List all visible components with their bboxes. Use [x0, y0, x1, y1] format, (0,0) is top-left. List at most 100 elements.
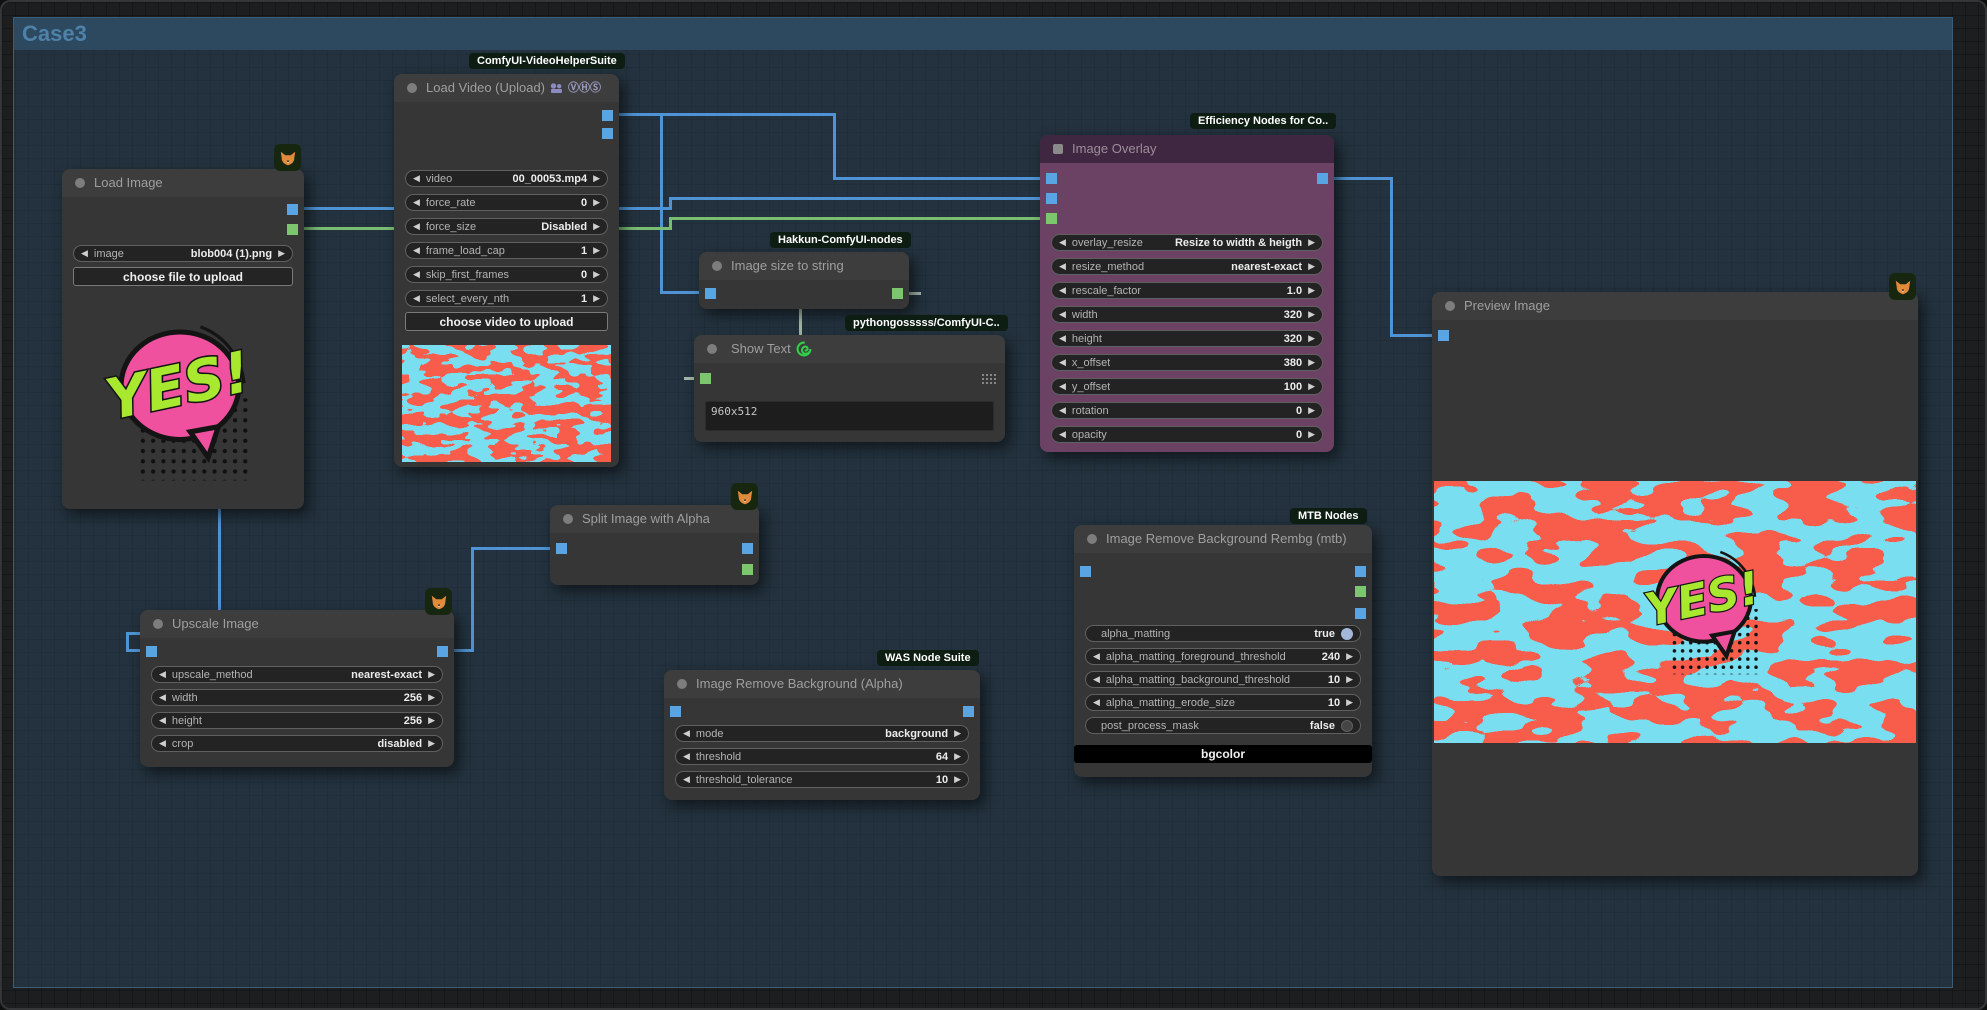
widget-value[interactable]: 240	[1316, 651, 1346, 663]
widget-height[interactable]: ◀ height 256 ▶	[151, 712, 443, 729]
increment-arrow[interactable]: ▶	[1346, 675, 1353, 684]
decrement-arrow[interactable]: ◀	[159, 670, 166, 679]
bgcolor-button[interactable]: bgcolor	[1074, 745, 1372, 763]
collapse-dot[interactable]	[712, 261, 722, 271]
output-slot-image[interactable]	[742, 543, 753, 554]
collapse-dot[interactable]	[707, 344, 717, 354]
output-slot-mask[interactable]	[287, 224, 298, 235]
widget-value[interactable]: 0	[1290, 405, 1308, 417]
widget-threshold-tolerance[interactable]: ◀ threshold_tolerance 10 ▶	[675, 771, 969, 788]
widget-value[interactable]: background	[879, 728, 954, 740]
node-preview-image[interactable]: Preview Image	[1432, 292, 1918, 876]
node-load-video[interactable]: Load Video (Upload) ⓋⒽⓈ ◀ video 00_00053…	[394, 74, 619, 467]
widget-x-offset[interactable]: ◀ x_offset 380 ▶	[1051, 354, 1323, 371]
decrement-arrow[interactable]: ◀	[1059, 430, 1066, 439]
widget-y-offset[interactable]: ◀ y_offset 100 ▶	[1051, 378, 1323, 395]
group-title[interactable]: Case3	[14, 18, 1952, 50]
increment-arrow[interactable]: ▶	[593, 246, 600, 255]
widget-alpha-matting-foreground-threshold[interactable]: ◀ alpha_matting_foreground_threshold 240…	[1085, 648, 1361, 665]
decrement-arrow[interactable]: ◀	[1059, 358, 1066, 367]
widget-crop[interactable]: ◀ crop disabled ▶	[151, 735, 443, 752]
output-slot-image[interactable]	[437, 646, 448, 657]
widget-image[interactable]: ◀ image blob004 (1).png ▶	[73, 245, 293, 262]
input-slot-images[interactable]	[1438, 330, 1449, 341]
widget-value[interactable]: 0	[575, 197, 593, 209]
widget-resize-method[interactable]: ◀ resize_method nearest-exact ▶	[1051, 258, 1323, 275]
widget-value[interactable]: 320	[1278, 309, 1308, 321]
collapse-dot[interactable]	[1087, 534, 1097, 544]
widget-value[interactable]: Disabled	[535, 221, 593, 233]
widget-value[interactable]: nearest-exact	[345, 669, 428, 681]
decrement-arrow[interactable]: ◀	[159, 716, 166, 725]
output-slot-image[interactable]	[602, 110, 613, 121]
decrement-arrow[interactable]: ◀	[1059, 238, 1066, 247]
widget-height[interactable]: ◀ height 320 ▶	[1051, 330, 1323, 347]
increment-arrow[interactable]: ▶	[593, 294, 600, 303]
widget-value[interactable]: 256	[398, 692, 428, 704]
choose-file-button[interactable]: choose file to upload	[73, 267, 293, 286]
decrement-arrow[interactable]: ◀	[413, 198, 420, 207]
decrement-arrow[interactable]: ◀	[1093, 675, 1100, 684]
decrement-arrow[interactable]: ◀	[1093, 698, 1100, 707]
increment-arrow[interactable]: ▶	[428, 739, 435, 748]
increment-arrow[interactable]: ▶	[1308, 406, 1315, 415]
increment-arrow[interactable]: ▶	[954, 775, 961, 784]
widget-value[interactable]: 10	[930, 774, 954, 786]
widget-value[interactable]: 0	[575, 269, 593, 281]
widget-alpha-matting-erode-size[interactable]: ◀ alpha_matting_erode_size 10 ▶	[1085, 694, 1361, 711]
decrement-arrow[interactable]: ◀	[1093, 652, 1100, 661]
node-graph-canvas[interactable]: Case3 ComfyUI-VideoHelperSuite Hakkun-Co…	[0, 0, 1987, 1010]
decrement-arrow[interactable]: ◀	[1059, 286, 1066, 295]
widget-post-process-mask[interactable]: post_process_mask false	[1085, 717, 1361, 734]
widget-rotation[interactable]: ◀ rotation 0 ▶	[1051, 402, 1323, 419]
decrement-arrow[interactable]: ◀	[1059, 310, 1066, 319]
increment-arrow[interactable]: ▶	[1308, 310, 1315, 319]
widget-value[interactable]: 10	[1322, 697, 1346, 709]
increment-arrow[interactable]: ▶	[1308, 262, 1315, 271]
collapse-dot[interactable]	[563, 514, 573, 524]
input-slot-image[interactable]	[1080, 566, 1091, 577]
increment-arrow[interactable]: ▶	[278, 249, 285, 258]
increment-arrow[interactable]: ▶	[428, 716, 435, 725]
widget-overlay-resize[interactable]: ◀ overlay_resize Resize to width & heigt…	[1051, 234, 1323, 251]
increment-arrow[interactable]: ▶	[1308, 430, 1315, 439]
input-slot-optional-mask[interactable]	[1046, 213, 1057, 224]
node-image-remove-background-rembg[interactable]: Image Remove Background Rembg (mtb) alph…	[1074, 525, 1372, 777]
decrement-arrow[interactable]: ◀	[413, 270, 420, 279]
node-upscale-image[interactable]: Upscale Image ◀ upscale_method nearest-e…	[140, 610, 454, 767]
input-slot-images[interactable]	[670, 706, 681, 717]
toggle-on[interactable]	[1341, 628, 1353, 640]
widget-value[interactable]: 00_00053.mp4	[506, 173, 593, 185]
node-show-text[interactable]: Show Text 960x512	[694, 335, 1005, 442]
collapse-dot[interactable]	[1053, 144, 1063, 154]
decrement-arrow[interactable]: ◀	[413, 246, 420, 255]
decrement-arrow[interactable]: ◀	[413, 294, 420, 303]
increment-arrow[interactable]: ▶	[593, 222, 600, 231]
decrement-arrow[interactable]: ◀	[1059, 406, 1066, 415]
collapse-dot[interactable]	[1445, 301, 1455, 311]
input-slot-image[interactable]	[146, 646, 157, 657]
choose-video-button[interactable]: choose video to upload	[405, 312, 608, 331]
decrement-arrow[interactable]: ◀	[683, 752, 690, 761]
widget-select-every-nth[interactable]: ◀ select_every_nth 1 ▶	[405, 290, 608, 307]
widget-force-rate[interactable]: ◀ force_rate 0 ▶	[405, 194, 608, 211]
node-image-size-to-string[interactable]: Image size to string	[699, 252, 909, 309]
widget-force-size[interactable]: ◀ force_size Disabled ▶	[405, 218, 608, 235]
node-image-overlay[interactable]: Image Overlay ◀ overlay_resize Resize to…	[1040, 135, 1334, 452]
decrement-arrow[interactable]: ◀	[1059, 334, 1066, 343]
widget-value[interactable]: 256	[398, 715, 428, 727]
input-slot-image[interactable]	[705, 288, 716, 299]
decrement-arrow[interactable]: ◀	[683, 775, 690, 784]
widget-threshold[interactable]: ◀ threshold 64 ▶	[675, 748, 969, 765]
collapse-dot[interactable]	[75, 178, 85, 188]
widget-value[interactable]: disabled	[371, 738, 428, 750]
node-image-remove-background-alpha[interactable]: Image Remove Background (Alpha) ◀ mode b…	[664, 670, 980, 800]
widget-alpha-matting-background-threshold[interactable]: ◀ alpha_matting_background_threshold 10 …	[1085, 671, 1361, 688]
decrement-arrow[interactable]: ◀	[683, 729, 690, 738]
widget-skip-first-frames[interactable]: ◀ skip_first_frames 0 ▶	[405, 266, 608, 283]
input-slot-base-image[interactable]	[1046, 173, 1057, 184]
decrement-arrow[interactable]: ◀	[159, 693, 166, 702]
output-slot-images[interactable]	[963, 706, 974, 717]
increment-arrow[interactable]: ▶	[428, 693, 435, 702]
collapse-dot[interactable]	[153, 619, 163, 629]
